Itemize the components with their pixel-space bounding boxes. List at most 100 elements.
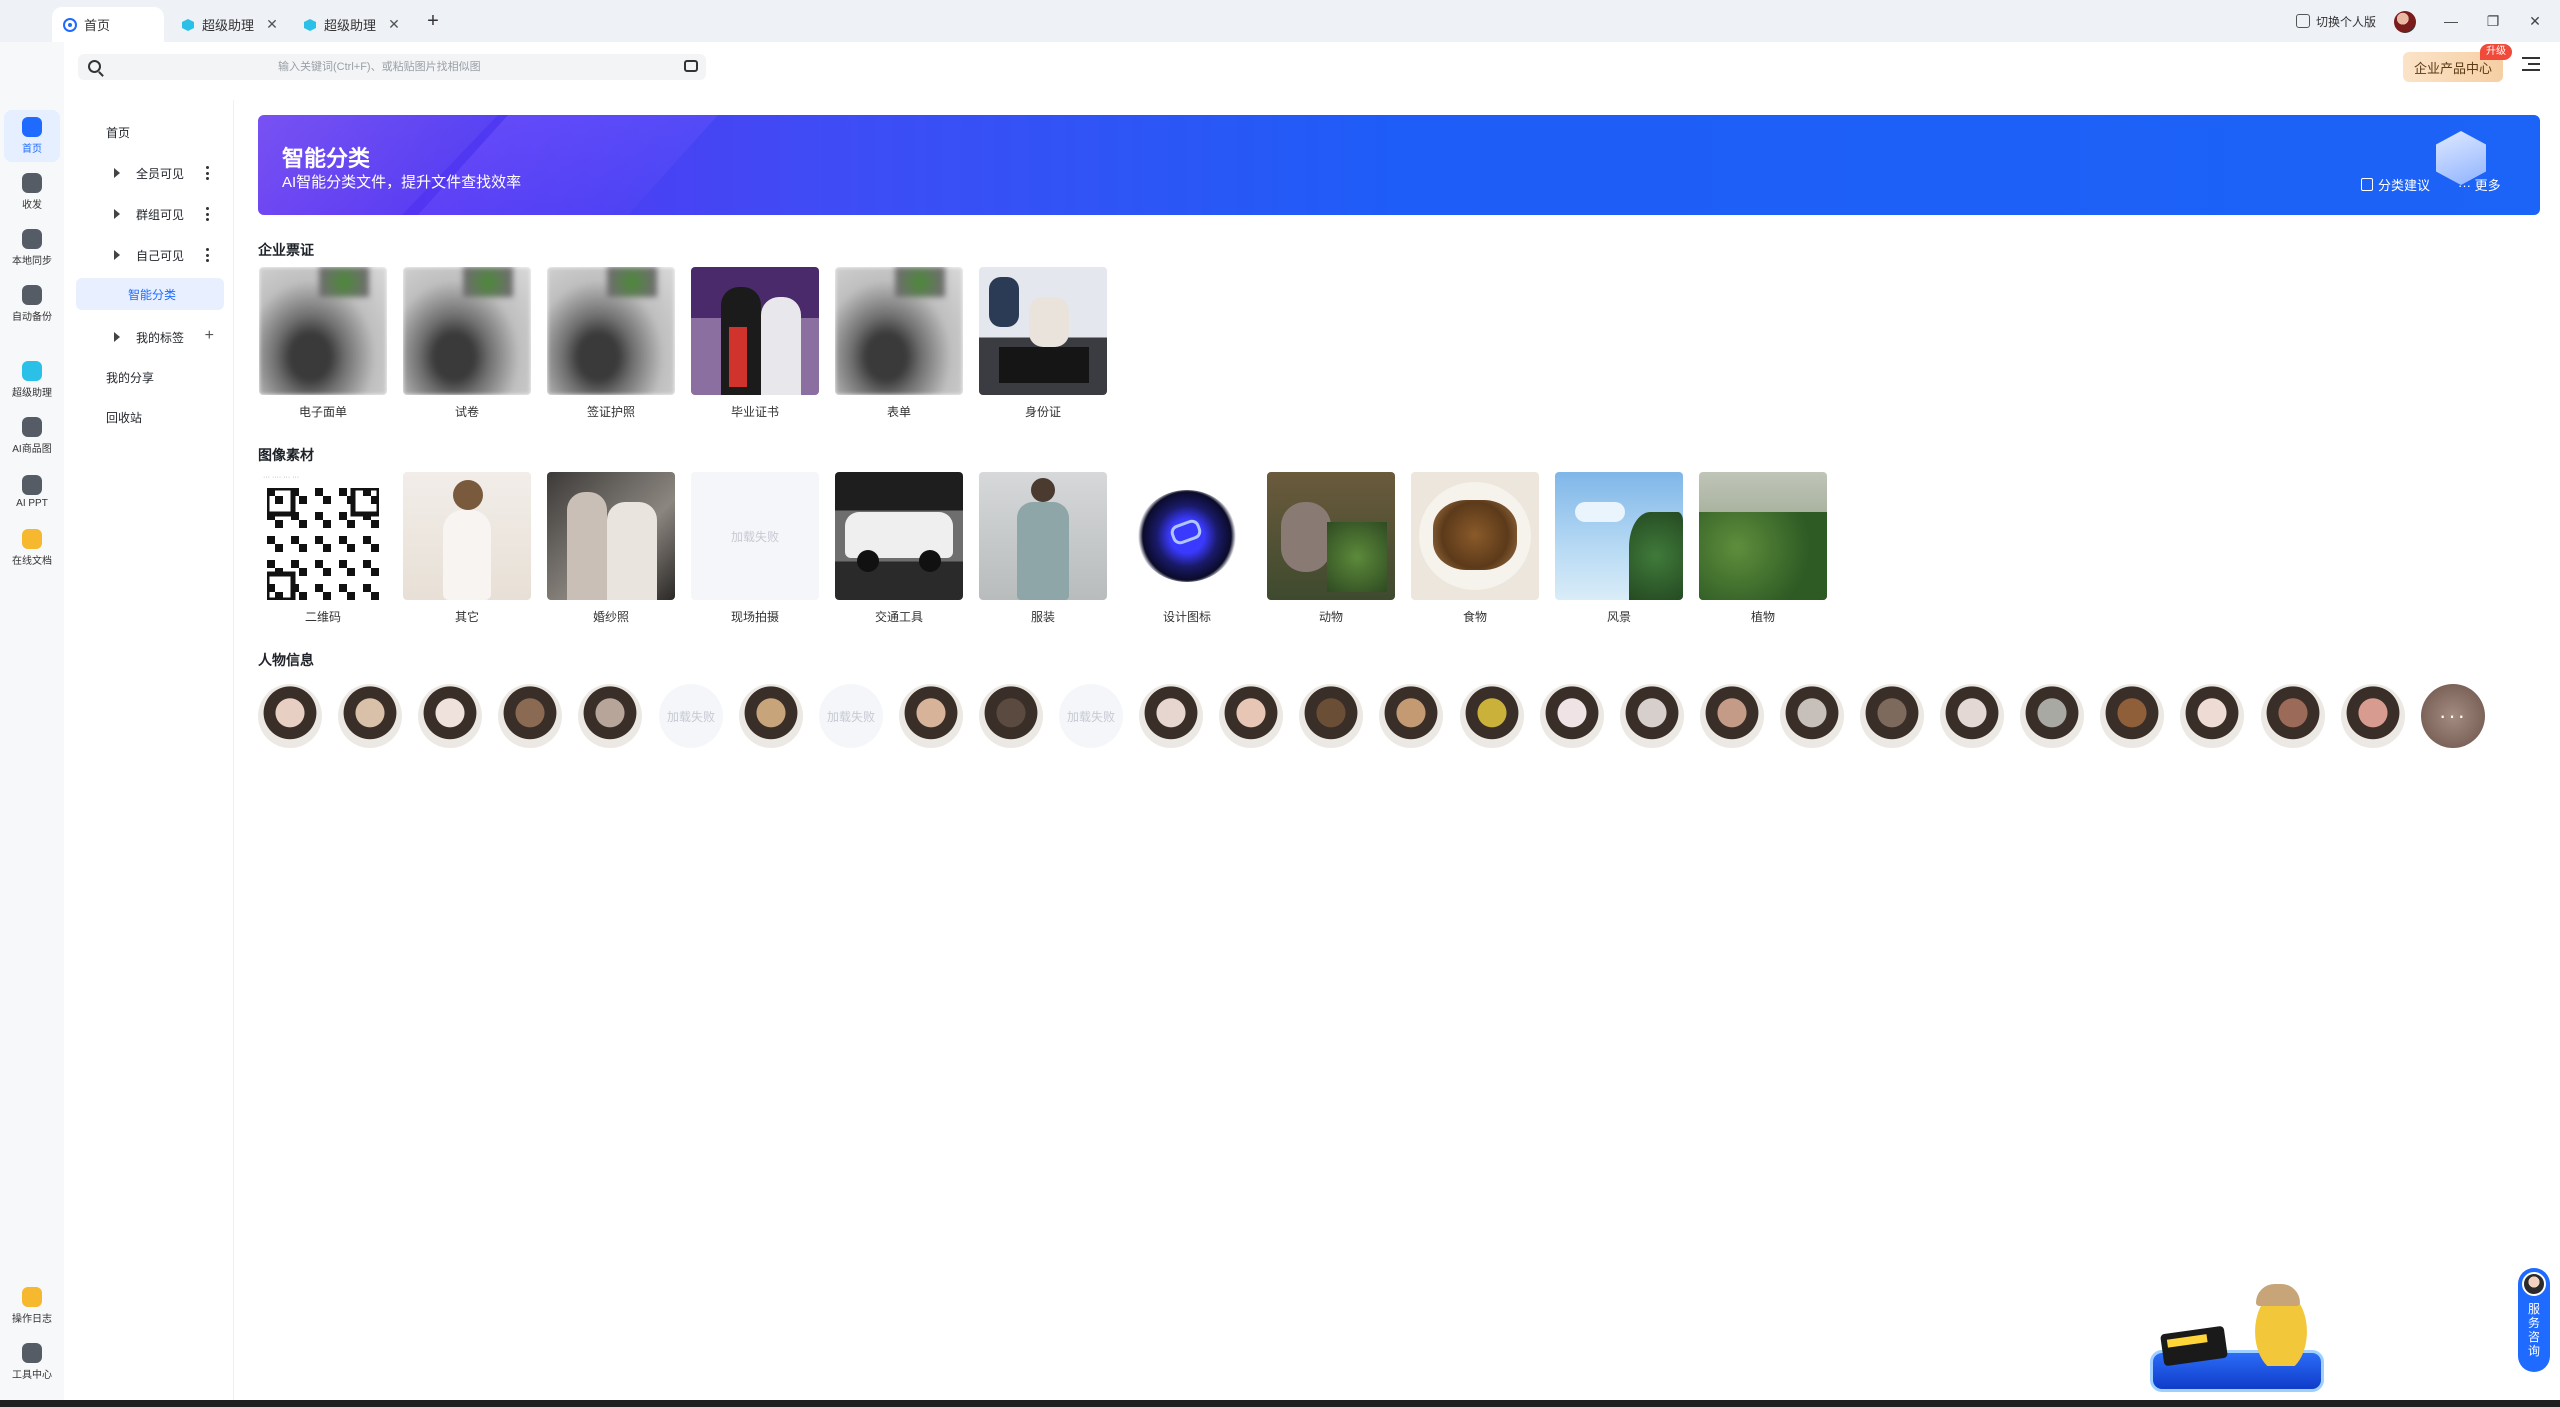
category-tile[interactable]: 签证护照	[547, 267, 675, 420]
person-avatar[interactable]	[1219, 684, 1283, 748]
service-char: 咨	[2527, 1330, 2540, 1344]
category-tile[interactable]: 加载失败 现场拍摄	[691, 472, 819, 625]
category-tile[interactable]: 动物	[1267, 472, 1395, 625]
upgrade-badge[interactable]: 升级	[2480, 44, 2512, 60]
rail-item[interactable]: 超级助理	[4, 354, 60, 406]
minimize-icon[interactable]: —	[2438, 8, 2464, 34]
rail-item[interactable]: AI PPT	[4, 466, 60, 518]
category-thumbnail: 加载失败	[691, 472, 819, 600]
more-vertical-icon[interactable]	[206, 248, 210, 262]
person-avatar[interactable]	[2341, 684, 2405, 748]
nav-recycle[interactable]: 回收站	[76, 401, 224, 433]
category-tile[interactable]: 电子面单	[259, 267, 387, 420]
caret-right-icon[interactable]	[114, 209, 120, 219]
category-tile[interactable]: 身份证	[979, 267, 1107, 420]
person-avatar[interactable]	[1700, 684, 1764, 748]
person-avatar[interactable]	[739, 684, 803, 748]
caret-right-icon[interactable]	[114, 332, 120, 342]
person-avatar[interactable]	[1540, 684, 1604, 748]
rail-item-label: AI商品图	[12, 444, 52, 455]
more-button[interactable]: ··· 更多	[2458, 175, 2501, 194]
person-avatar[interactable]	[2020, 684, 2084, 748]
new-tab-button[interactable]: +	[422, 10, 444, 32]
category-tile[interactable]: 毕业证书	[691, 267, 819, 420]
promo-widget[interactable]	[2150, 1280, 2328, 1398]
person-avatar[interactable]: 加载失败	[1059, 684, 1123, 748]
person-avatar[interactable]	[2100, 684, 2164, 748]
person-avatar[interactable]	[1860, 684, 1924, 748]
rail-item[interactable]: 工具中心	[4, 1336, 60, 1388]
rail-item[interactable]: 自动备份	[4, 278, 60, 330]
category-tile[interactable]: 试卷	[403, 267, 531, 420]
restore-icon[interactable]: ❐	[2480, 8, 2506, 34]
person-avatar[interactable]	[1620, 684, 1684, 748]
person-avatar[interactable]: 加载失败	[659, 684, 723, 748]
switch-personal-button[interactable]: 切换个人版	[2296, 12, 2376, 30]
close-icon[interactable]: ✕	[264, 16, 280, 32]
person-avatar[interactable]	[578, 684, 642, 748]
nav-self[interactable]: 自己可见	[76, 239, 224, 271]
close-window-icon[interactable]: ✕	[2522, 8, 2548, 34]
section-title-docs: 企业票证	[258, 242, 314, 258]
rail-item[interactable]: 收发	[4, 166, 60, 218]
person-avatar[interactable]	[1139, 684, 1203, 748]
nav-smart-category[interactable]: 智能分类	[76, 278, 224, 310]
person-avatar[interactable]	[1940, 684, 2004, 748]
hamburger-menu-icon[interactable]	[2522, 57, 2540, 73]
nav-shares[interactable]: 我的分享	[76, 361, 224, 393]
category-suggestion-button[interactable]: 分类建议	[2361, 175, 2430, 194]
rail-item[interactable]: 操作日志	[4, 1280, 60, 1332]
more-vertical-icon[interactable]	[206, 207, 210, 221]
person-avatar[interactable]	[1460, 684, 1524, 748]
person-avatar[interactable]	[2180, 684, 2244, 748]
rail-item[interactable]: 首页	[4, 110, 60, 162]
person-avatar[interactable]	[979, 684, 1043, 748]
category-tile[interactable]: ··· ···· ··· ··· 二维码	[259, 472, 387, 625]
tab-assistant-1[interactable]: 超级助理 ✕	[170, 7, 288, 42]
rail-item[interactable]: 在线文档	[4, 522, 60, 574]
category-tile[interactable]: 交通工具	[835, 472, 963, 625]
caret-right-icon[interactable]	[114, 168, 120, 178]
person-avatar[interactable]	[418, 684, 482, 748]
tab-home[interactable]: 首页	[52, 7, 164, 42]
nav-public[interactable]: 全员可见	[76, 157, 224, 189]
search-icon[interactable]	[88, 60, 101, 73]
category-tile[interactable]: 食物	[1411, 472, 1539, 625]
close-icon[interactable]: ✕	[386, 16, 402, 32]
category-tile[interactable]: 植物	[1699, 472, 1827, 625]
more-vertical-icon[interactable]	[206, 166, 210, 180]
category-tile[interactable]: 风景	[1555, 472, 1683, 625]
add-tag-icon[interactable]: +	[205, 327, 214, 345]
nav-public-label: 全员可见	[136, 166, 185, 181]
category-tile[interactable]: 其它	[403, 472, 531, 625]
rail-item[interactable]: AI商品图	[4, 410, 60, 462]
category-tile[interactable]: 婚纱照	[547, 472, 675, 625]
category-tile[interactable]: 设计图标	[1123, 472, 1251, 625]
nav-tags[interactable]: 我的标签 +	[76, 321, 224, 353]
person-avatar[interactable]	[498, 684, 562, 748]
rail-item[interactable]: 本地同步	[4, 222, 60, 274]
load-failed-text: 加载失败	[691, 472, 819, 600]
service-consult-button[interactable]: 服 务 咨 询	[2518, 1268, 2550, 1372]
person-avatar[interactable]	[258, 684, 322, 748]
nav-group[interactable]: 群组可见	[76, 198, 224, 230]
person-avatar[interactable]	[1780, 684, 1844, 748]
caret-right-icon[interactable]	[114, 250, 120, 260]
category-label: 婚纱照	[592, 610, 629, 624]
person-avatar[interactable]	[2261, 684, 2325, 748]
category-tile[interactable]: 表单	[835, 267, 963, 420]
person-avatar[interactable]	[1379, 684, 1443, 748]
person-avatar[interactable]	[899, 684, 963, 748]
person-avatar[interactable]: 加载失败	[819, 684, 883, 748]
rail-item-label: 操作日志	[12, 1314, 52, 1325]
tab-assistant-2[interactable]: 超级助理 ✕	[292, 7, 410, 42]
nav-home[interactable]: 首页	[76, 116, 224, 148]
person-avatar[interactable]	[338, 684, 402, 748]
more-people-button[interactable]: ···	[2421, 684, 2485, 748]
category-label: 食物	[1462, 610, 1487, 624]
person-avatar[interactable]	[1299, 684, 1363, 748]
search-input[interactable]	[278, 57, 638, 77]
image-search-icon[interactable]	[684, 60, 698, 72]
avatar[interactable]	[2394, 11, 2416, 33]
category-tile[interactable]: 服装	[979, 472, 1107, 625]
